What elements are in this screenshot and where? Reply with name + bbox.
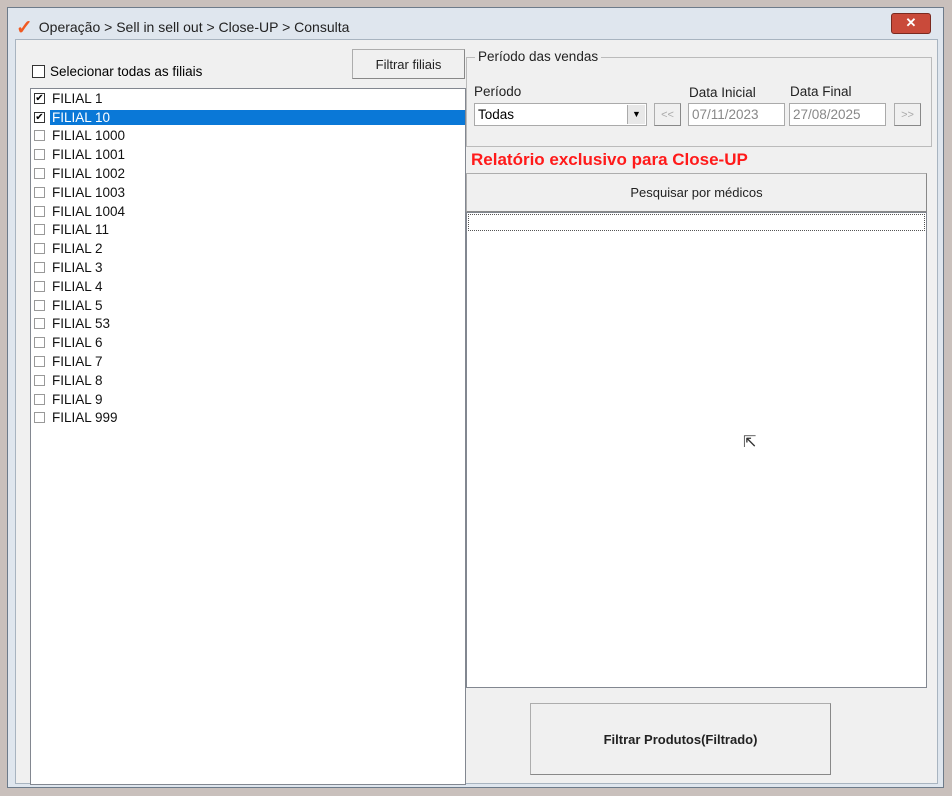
branch-item[interactable]: FILIAL 1002 bbox=[31, 164, 465, 183]
checkbox-icon[interactable] bbox=[34, 280, 45, 292]
checkbox-icon[interactable] bbox=[34, 130, 45, 142]
checkbox-icon[interactable] bbox=[34, 412, 45, 424]
end-date-label: Data Final bbox=[790, 84, 852, 99]
branch-item[interactable]: FILIAL 53 bbox=[31, 315, 465, 334]
checkbox-icon[interactable] bbox=[34, 186, 45, 198]
checkbox-icon[interactable] bbox=[34, 149, 45, 161]
branch-item[interactable]: FILIAL 1001 bbox=[31, 145, 465, 164]
branch-label: FILIAL 10 bbox=[50, 109, 465, 125]
branch-item[interactable]: ✔ FILIAL 10 bbox=[31, 108, 465, 127]
branch-item[interactable]: FILIAL 8 bbox=[31, 371, 465, 390]
branch-label: FILIAL 1004 bbox=[52, 203, 126, 219]
branch-label: FILIAL 3 bbox=[52, 260, 103, 276]
close-up-notice: Relatório exclusivo para Close-UP bbox=[471, 150, 748, 169]
checkbox-icon[interactable] bbox=[34, 243, 45, 255]
checkbox-icon[interactable] bbox=[34, 168, 45, 180]
branch-label: FILIAL 1002 bbox=[52, 166, 126, 182]
branch-item[interactable]: FILIAL 3 bbox=[31, 258, 465, 277]
end-date-field[interactable]: 27/08/2025 bbox=[789, 103, 886, 126]
checkbox-icon[interactable] bbox=[34, 262, 45, 274]
branch-item[interactable]: FILIAL 9 bbox=[31, 390, 465, 409]
branch-label: FILIAL 1 bbox=[52, 90, 103, 106]
filter-products-button[interactable]: Filtrar Produtos(Filtrado) bbox=[530, 703, 831, 775]
checkbox-icon[interactable]: ✔ bbox=[34, 111, 45, 123]
title-bar: ✓ Operação > Sell in sell out > Close-UP… bbox=[16, 14, 349, 40]
branch-label: FILIAL 1003 bbox=[52, 184, 126, 200]
branch-item[interactable]: FILIAL 5 bbox=[31, 296, 465, 315]
branch-label: FILIAL 7 bbox=[52, 354, 103, 370]
branch-label: FILIAL 9 bbox=[52, 391, 103, 407]
group-label: Período das vendas bbox=[475, 49, 602, 64]
period-label: Período bbox=[474, 84, 522, 99]
branch-item[interactable]: FILIAL 7 bbox=[31, 352, 465, 371]
checkbox-icon[interactable] bbox=[34, 374, 45, 386]
next-period-button[interactable]: >> bbox=[894, 103, 921, 126]
checkbox-icon[interactable] bbox=[34, 299, 45, 311]
branch-label: FILIAL 999 bbox=[52, 410, 118, 426]
branch-label: FILIAL 4 bbox=[52, 278, 103, 294]
close-button[interactable]: ✕ bbox=[891, 13, 931, 34]
checkbox-icon[interactable] bbox=[34, 224, 45, 236]
filter-branches-button[interactable]: Filtrar filiais bbox=[352, 49, 465, 79]
branch-item[interactable]: FILIAL 11 bbox=[31, 221, 465, 240]
previous-period-button[interactable]: << bbox=[654, 103, 681, 126]
period-select[interactable]: Todas ▼ bbox=[474, 103, 647, 126]
checkbox-icon[interactable] bbox=[34, 205, 45, 217]
mouse-cursor-icon: ⇱ bbox=[743, 434, 757, 451]
client-area: Selecionar todas as filiais Filtrar fili… bbox=[15, 39, 938, 785]
branch-label: FILIAL 1001 bbox=[52, 147, 126, 163]
branch-list[interactable]: ✔ FILIAL 1 ✔ FILIAL 10 FILIAL 1000 FILIAL 100… bbox=[30, 88, 466, 785]
branch-label: FILIAL 11 bbox=[52, 222, 110, 238]
window: ✓ Operação > Sell in sell out > Close-UP… bbox=[7, 7, 944, 788]
start-date-field[interactable]: 07/11/2023 bbox=[688, 103, 785, 126]
branch-label: FILIAL 5 bbox=[52, 297, 103, 313]
focus-row bbox=[468, 214, 925, 231]
branch-item[interactable]: FILIAL 1000 bbox=[31, 127, 465, 146]
branch-label: FILIAL 1000 bbox=[52, 128, 126, 144]
branch-item[interactable]: FILIAL 1003 bbox=[31, 183, 465, 202]
branch-item[interactable]: FILIAL 1004 bbox=[31, 202, 465, 221]
branch-item[interactable]: FILIAL 4 bbox=[31, 277, 465, 296]
branch-item[interactable]: ✔ FILIAL 1 bbox=[31, 89, 465, 108]
period-value: Todas bbox=[478, 107, 515, 122]
search-doctors-button[interactable]: Pesquisar por médicos bbox=[466, 173, 927, 212]
window-title: Operação > Sell in sell out > Close-UP >… bbox=[38, 19, 350, 35]
branch-label: FILIAL 2 bbox=[52, 241, 103, 257]
checkbox-icon[interactable] bbox=[34, 318, 45, 330]
app-logo-icon: ✓ bbox=[16, 16, 33, 39]
checkbox-icon bbox=[32, 65, 45, 78]
select-all-label: Selecionar todas as filiais bbox=[50, 64, 203, 79]
branch-label: FILIAL 6 bbox=[52, 335, 103, 351]
doctors-list[interactable] bbox=[466, 212, 927, 688]
branch-item[interactable]: FILIAL 6 bbox=[31, 333, 465, 352]
checkbox-icon[interactable] bbox=[34, 337, 45, 349]
branch-item[interactable]: FILIAL 999 bbox=[31, 409, 465, 428]
checkbox-icon[interactable] bbox=[34, 393, 45, 405]
branch-label: FILIAL 53 bbox=[52, 316, 111, 332]
checkbox-icon[interactable] bbox=[34, 356, 45, 368]
start-date-label: Data Inicial bbox=[689, 85, 756, 100]
branch-label: FILIAL 8 bbox=[52, 372, 103, 388]
sales-period-group: Período das vendas Período Todas ▼ << Da… bbox=[466, 49, 932, 147]
select-all-checkbox[interactable]: Selecionar todas as filiais bbox=[32, 64, 202, 79]
branch-item[interactable]: FILIAL 2 bbox=[31, 239, 465, 258]
checkbox-icon[interactable]: ✔ bbox=[34, 92, 45, 104]
chevron-down-icon[interactable]: ▼ bbox=[627, 105, 645, 124]
